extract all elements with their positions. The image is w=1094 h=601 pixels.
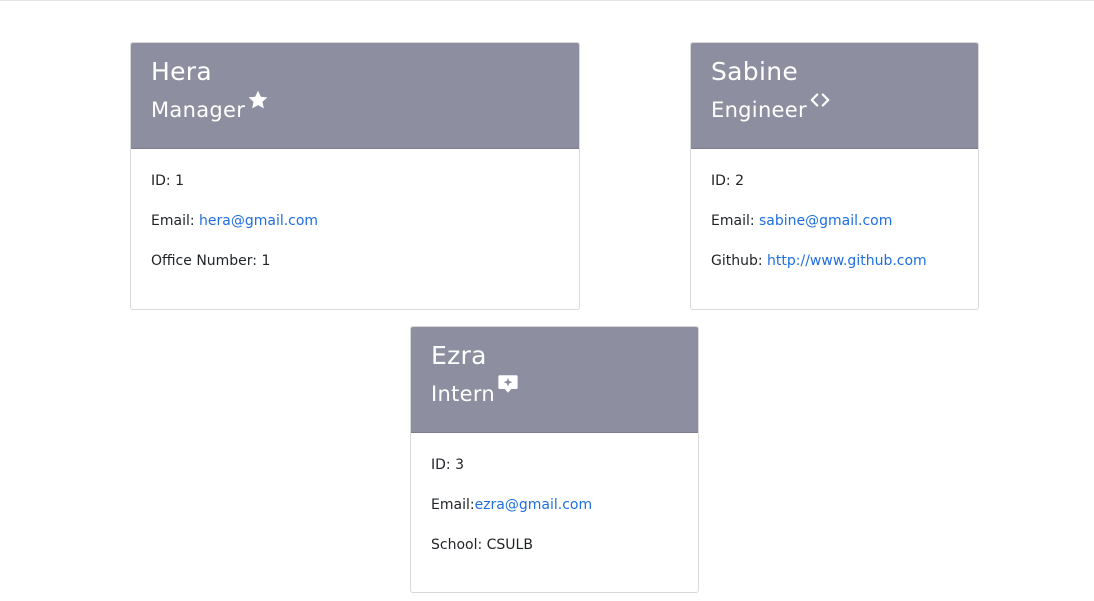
card-body: ID: 1 Email: hera@gmail.com Office Numbe… — [131, 149, 579, 271]
email-prefix: Email: — [431, 497, 475, 513]
card-body: ID: 3 Email:ezra@gmail.com School: CSULB — [411, 433, 698, 555]
employee-role-row: Engineer — [711, 93, 958, 126]
employee-role-row: Intern — [431, 375, 678, 410]
employee-role: Engineer — [711, 98, 807, 122]
employee-name: Ezra — [431, 341, 487, 370]
github-link[interactable]: http://www.github.com — [767, 253, 927, 269]
github-prefix: Github: — [711, 253, 768, 269]
employee-id: ID: 2 — [711, 173, 744, 189]
email-prefix: Email: — [711, 213, 760, 229]
employee-role: Manager — [151, 98, 246, 122]
employee-name: Hera — [151, 57, 212, 86]
email-link[interactable]: ezra@gmail.com — [475, 497, 593, 513]
employee-card-hera: Hera Manager ID: 1 Email: hera@gmail.com… — [130, 42, 580, 310]
employee-name: Sabine — [711, 57, 799, 86]
email-link[interactable]: hera@gmail.com — [199, 213, 318, 229]
code-icon — [809, 89, 831, 111]
github-row: Github: http://www.github.com — [711, 251, 958, 271]
employee-id: ID: 3 — [431, 457, 464, 473]
employee-email-row: Email: sabine@gmail.com — [711, 211, 958, 231]
employee-email-row: Email: hera@gmail.com — [151, 211, 559, 231]
school: School: CSULB — [431, 537, 533, 553]
card-header: Hera Manager — [131, 43, 579, 149]
email-prefix: Email: — [151, 213, 200, 229]
employee-role-row: Manager — [151, 90, 559, 126]
star-icon — [247, 89, 269, 111]
employee-email-row: Email:ezra@gmail.com — [431, 495, 678, 515]
employee-id: ID: 1 — [151, 173, 184, 189]
card-header: Sabine Engineer — [691, 43, 978, 149]
employee-card-ezra: Ezra Intern ID: 3 Email:ezra@gmail.com S… — [410, 326, 699, 593]
comment-sparkle-icon — [497, 373, 519, 395]
employee-role: Intern — [431, 382, 496, 406]
employee-card-sabine: Sabine Engineer ID: 2 Email: sabine@gmai… — [690, 42, 979, 310]
card-body: ID: 2 Email: sabine@gmail.com Github: ht… — [691, 149, 978, 271]
email-link[interactable]: sabine@gmail.com — [759, 213, 892, 229]
card-header: Ezra Intern — [411, 327, 698, 433]
office-number: Office Number: 1 — [151, 253, 271, 269]
